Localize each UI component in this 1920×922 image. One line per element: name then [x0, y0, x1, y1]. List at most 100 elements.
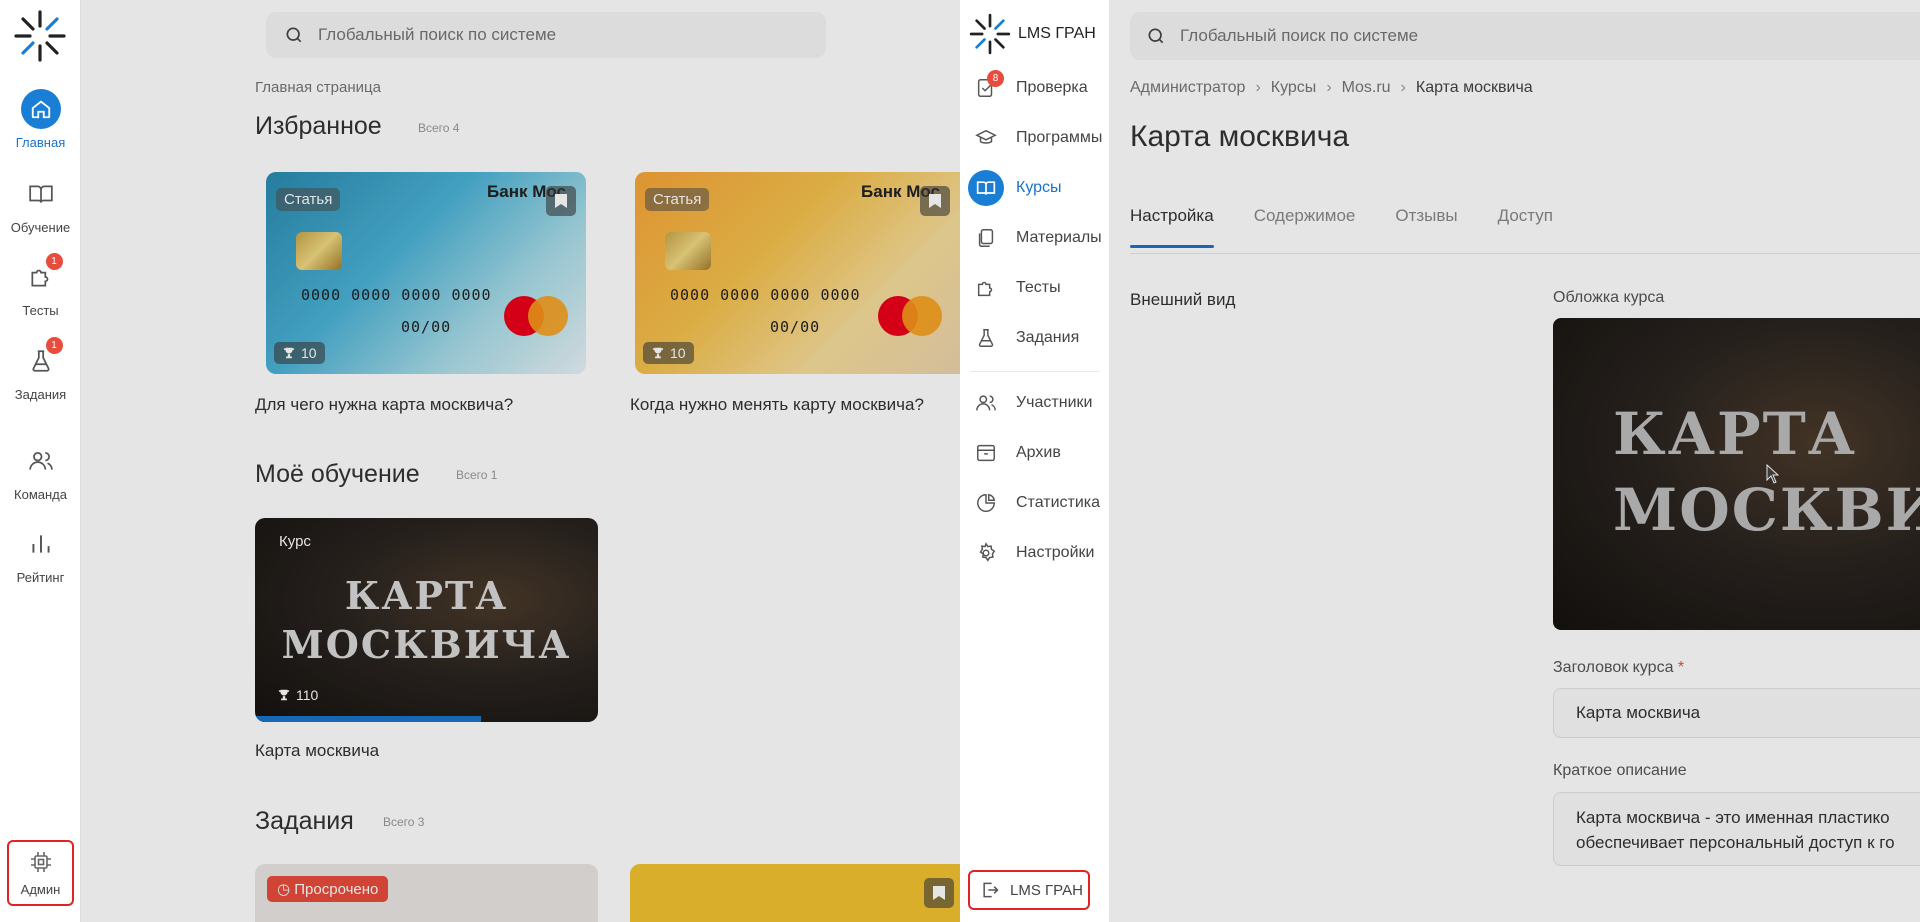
course-title-label: Заголовок курса *	[1553, 659, 1685, 676]
screenshot-root: Главная Обучение 1 Тесты 1 Задания Коман…	[0, 0, 1920, 922]
review-badge: 8	[987, 70, 1004, 87]
app-logo[interactable]	[12, 8, 68, 64]
card-type-tag: Статья	[645, 188, 710, 211]
flask-icon: 1	[21, 337, 63, 381]
admin-brand-label: LMS ГРАН	[1018, 25, 1096, 42]
short-description-field[interactable]: Карта москвича - это именная пластико об…	[1553, 792, 1920, 866]
breadcrumb[interactable]: Главная страница	[255, 79, 381, 96]
breadcrumb: Администратор › Курсы › Mos.ru › Карта м…	[1130, 79, 1533, 97]
breadcrumb-item[interactable]: Администратор	[1130, 79, 1245, 97]
dim-overlay	[81, 0, 960, 922]
nav-assignments-label: Задания	[14, 387, 67, 402]
user-sidebar: Главная Обучение 1 Тесты 1 Задания Коман…	[0, 0, 81, 922]
admin-button[interactable]: Админ	[7, 840, 74, 906]
appearance-section-title: Внешний вид	[1130, 290, 1236, 309]
puzzle-icon: 1	[21, 253, 63, 297]
task-card[interactable]: ◷ Просрочено	[255, 864, 598, 922]
favorite-card[interactable]: Банк Мос 0000 0000 0000 0000 00/00 Стать…	[635, 172, 960, 374]
bookmark-icon[interactable]	[924, 878, 954, 908]
card-chip	[665, 232, 711, 270]
required-mark: *	[1677, 659, 1685, 676]
course-cover-image[interactable]: КАРТА МОСКВИ	[1553, 318, 1920, 630]
admin-search-input[interactable]	[1180, 26, 1600, 46]
learning-count: Всего 1	[456, 468, 498, 482]
app-logo	[969, 13, 1011, 55]
admin-nav-assignments[interactable]: Задания	[968, 320, 1108, 356]
admin-nav-archive[interactable]: Архив	[968, 435, 1108, 471]
course-title-field[interactable]: Карта москвича	[1553, 688, 1920, 738]
cover-label: Обложка курса	[1553, 289, 1665, 306]
cover-line-2: МОСКВИЧА	[281, 622, 572, 667]
admin-nav-programs[interactable]: Программы	[968, 120, 1108, 156]
graduation-cap-icon	[968, 120, 1004, 156]
admin-label: Админ	[20, 882, 61, 897]
admin-nav-materials[interactable]: Материалы	[968, 220, 1108, 256]
mastercard-logo	[500, 292, 572, 340]
cover-line-1: КАРТА	[1613, 400, 1858, 468]
overdue-badge: ◷ Просрочено	[267, 876, 389, 902]
course-card[interactable]: Курс КАРТА МОСКВИЧА 110	[255, 518, 598, 722]
tab-reviews[interactable]: Отзывы	[1395, 206, 1457, 248]
breadcrumb-current: Карта москвича	[1415, 79, 1533, 96]
check-doc-icon: 8	[968, 70, 1004, 106]
pie-chart-icon	[968, 485, 1004, 521]
admin-nav-settings[interactable]: Настройки	[968, 535, 1108, 571]
breadcrumb-item[interactable]: Mos.ru	[1342, 79, 1391, 97]
assignments-badge: 1	[45, 337, 63, 354]
logout-icon	[983, 882, 999, 898]
card-chip	[296, 232, 342, 270]
nav-team[interactable]: Команда	[0, 441, 81, 502]
admin-nav-tests[interactable]: Тесты	[968, 270, 1108, 306]
nav-learning[interactable]: Обучение	[0, 174, 81, 235]
nav-rating[interactable]: Рейтинг	[0, 524, 81, 585]
page-title: Карта москвича	[1130, 120, 1350, 153]
tab-access[interactable]: Доступ	[1498, 206, 1553, 248]
open-book-icon	[968, 170, 1004, 206]
course-caption[interactable]: Карта москвича	[255, 741, 379, 761]
bookmark-icon[interactable]	[546, 186, 576, 216]
tasks-count: Всего 3	[383, 815, 425, 829]
card-score: 10	[643, 342, 694, 364]
user-main: Главная страница Избранное Всего 4 Банк …	[81, 0, 960, 922]
admin-main: Администратор › Курсы › Mos.ru › Карта м…	[1110, 0, 1920, 922]
chevron-right-icon: ›	[1400, 79, 1406, 96]
nav-divider	[970, 371, 1100, 372]
user-search-bar[interactable]	[266, 12, 826, 58]
chevron-right-icon: ›	[1326, 79, 1332, 96]
puzzle-icon	[968, 270, 1004, 306]
card-type-tag: Курс	[279, 533, 311, 550]
nav-rating-label: Рейтинг	[16, 570, 65, 585]
nav-tests[interactable]: 1 Тесты	[0, 253, 81, 318]
favorite-caption[interactable]: Для чего нужна карта москвича?	[255, 395, 513, 415]
gear-icon	[968, 535, 1004, 571]
nav-assignments[interactable]: 1 Задания	[0, 337, 81, 402]
mastercard-logo	[874, 292, 946, 340]
tab-settings[interactable]: Настройка	[1130, 206, 1214, 248]
clock-icon: ◷	[277, 881, 291, 898]
flask-icon	[968, 320, 1004, 356]
cover-line-1: КАРТА	[344, 573, 509, 618]
admin-nav-statistics[interactable]: Статистика	[968, 485, 1108, 521]
nav-tests-label: Тесты	[22, 303, 59, 318]
nav-team-label: Команда	[14, 487, 67, 502]
admin-search-bar[interactable]	[1130, 12, 1920, 60]
files-icon	[968, 220, 1004, 256]
home-icon	[20, 89, 61, 129]
tab-content[interactable]: Содержимое	[1254, 206, 1356, 248]
user-search-input[interactable]	[318, 25, 738, 45]
favorite-card[interactable]: Банк Мос 0000 0000 0000 0000 00/00 Стать…	[266, 172, 586, 374]
search-icon	[286, 27, 302, 43]
card-number: 0000 0000 0000 0000	[301, 286, 492, 304]
exit-to-lms-button[interactable]: LMS ГРАН	[968, 870, 1090, 910]
admin-brand[interactable]: LMS ГРАН	[968, 12, 1096, 56]
admin-nav-review[interactable]: 8 Проверка	[968, 70, 1108, 106]
task-card[interactable]	[630, 864, 960, 922]
archive-icon	[968, 435, 1004, 471]
admin-nav-courses[interactable]: Курсы	[968, 170, 1108, 206]
bookmark-icon[interactable]	[920, 186, 950, 216]
admin-nav-participants[interactable]: Участники	[968, 385, 1108, 421]
nav-home[interactable]: Главная	[0, 89, 81, 150]
favorite-caption[interactable]: Когда нужно менять карту москвича?	[630, 395, 924, 415]
breadcrumb-item[interactable]: Курсы	[1271, 79, 1317, 97]
card-type-tag: Статья	[276, 188, 341, 211]
